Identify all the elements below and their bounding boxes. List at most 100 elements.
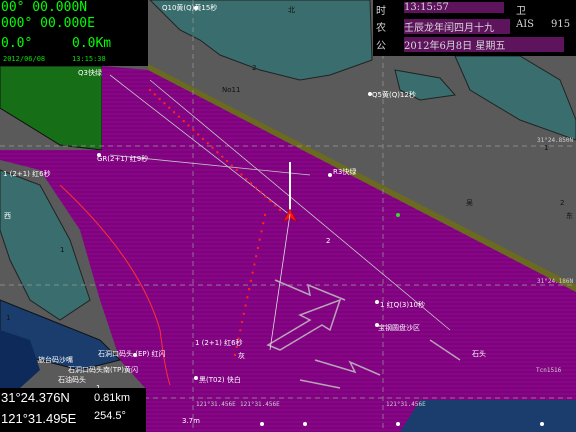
track-point [269,199,272,203]
track-point [260,230,263,233]
label-l14: 1 红Q(3)10秒 [380,300,425,309]
label-l1: Q10黄(Q)黄15秒 [162,3,217,12]
time-info-panel: 时 13:15:57 卫 农 壬辰龙年闰四月十九 AIS 915 公 2012年… [373,0,576,56]
label-l13: 2 [326,237,330,245]
gps-heading: 0.0° [1,36,33,51]
track-point [192,128,195,132]
gps-time: 13:15:38 [72,55,106,63]
track-point [196,133,200,136]
track-point [172,111,176,114]
gps-longitude: 000° 00.000E [1,16,95,31]
track-point [278,208,282,212]
lunar-label: 农 [376,23,386,34]
track-point [254,186,258,189]
track-point [201,137,205,141]
label-l30: 121°31.456E [240,401,280,408]
track-point [235,168,238,172]
label-l16: 石头 [472,349,486,358]
track-point [240,173,243,176]
label-l27: 31°24.186N [537,278,574,285]
track-point [242,312,246,316]
label-l10: 西 [4,212,11,220]
cursor-latitude: 31°24.376N [1,390,70,405]
track-point [221,155,224,158]
nautical-chart-view[interactable]: Q10黄(Q)黄15秒 北 Q5黄(Q)12秒 2 No11 R3快绿 Q3快绿… [0,0,576,432]
ais-value: 915 [551,19,571,30]
gregorian-label: 公 [376,41,386,52]
label-l23: 1 [60,246,64,254]
track-point [230,164,234,167]
track-point [256,246,260,250]
time-value: 13:15:57 [404,2,504,13]
label-l12: 吴 [466,199,473,207]
ais-label: AIS [516,19,535,30]
track-point [148,88,152,92]
cursor-distance: 0.81km [94,392,131,404]
label-l9: GR(2+1) 红9秒 [97,154,148,163]
deep-water-bottom [400,400,576,432]
label-l2: 北 [288,6,295,14]
track-point [246,296,249,299]
label-l4: 2 [252,64,256,72]
track-point [262,222,265,225]
track-point [187,124,190,127]
label-l11: 东 [566,211,573,220]
gps-latitude: 00° 00.000N [1,0,88,15]
label-l15: 宝钢圆盘沙区 [378,323,420,332]
label-l7: Q3快绿 [78,68,102,77]
track-point [249,182,253,185]
lunar-value: 壬辰龙年闰四月十九 [404,19,510,34]
label-l34: 石洞口码头南(TP)黄闪 [68,365,138,374]
track-point [251,271,254,274]
green-buoy [396,213,400,217]
track-point [263,213,267,217]
track-point [225,159,229,163]
track-point [206,142,209,145]
track-point [182,119,185,123]
label-l31: Tcn1516 [536,367,562,374]
track-point [153,93,157,96]
label-l19: 旅台码沙嘴 [38,355,73,364]
track-point [249,279,253,283]
track-point [254,254,258,258]
gps-status-panel: 00° 00.000N 000° 00.000E 0.0° 0.0Km 2012… [0,0,148,66]
track-point [168,106,171,109]
track-point [158,97,161,101]
gps-speed: 0.0Km [72,36,112,51]
track-point [258,238,261,241]
track-point [211,146,214,149]
label-l17: 灰 [238,351,245,360]
label-l24: 1 [544,144,548,152]
label-l33: 石洞口码头 (EP) 红闪 [98,349,166,358]
track-point [245,177,248,181]
cursor-position-panel: 31°24.376N 121°31.495E 0.81km 254.5° [0,388,146,432]
track-point [216,151,219,154]
time-label: 时 [376,6,386,17]
label-l29: 121°31.456E [386,401,426,408]
track-point [273,204,277,207]
track-point [253,263,256,266]
track-point [244,304,247,307]
label-l35: 3.7m [182,417,200,425]
track-point [264,195,267,198]
label-l22: 1 [6,314,10,322]
label-l20: 1 (2+1) 红6秒 [195,338,243,347]
gregorian-value: 2012年6月8日 星期五 [404,37,564,52]
label-l5: No11 [222,86,240,94]
label-l28: 121°31.456E [196,401,236,408]
track-point [233,353,237,357]
track-point [177,115,181,118]
cursor-bearing: 254.5° [94,410,126,422]
label-l21: 2 [560,199,564,207]
label-l18: 黑(T02) 快白 [199,375,241,384]
label-l26: 31°24.850N [537,137,574,144]
track-point [163,102,166,105]
track-point [247,287,251,291]
gps-date: 2012/06/08 [3,55,46,63]
label-l6: R3快绿 [333,167,356,176]
label-l8: 1 (2+1) 红6秒 [3,169,51,178]
track-point [259,191,262,194]
label-l3: Q5黄(Q)12秒 [372,90,416,99]
track-point [240,320,244,324]
label-l32: 石油码头 [58,375,86,384]
